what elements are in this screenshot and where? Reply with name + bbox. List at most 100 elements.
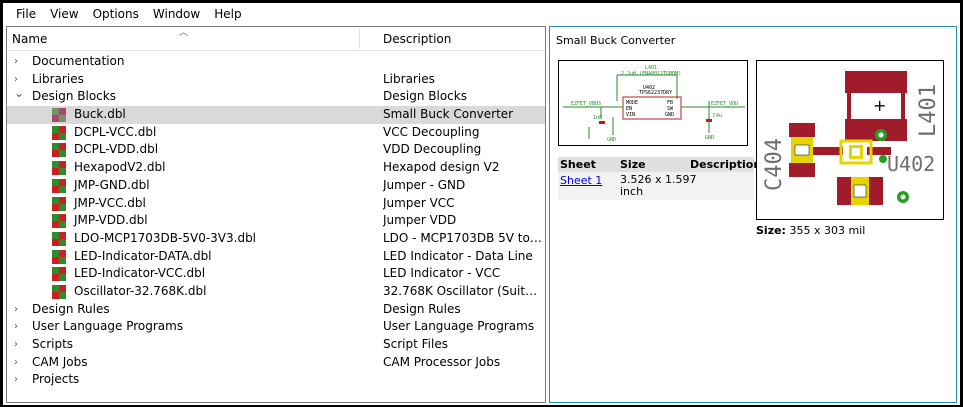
chevron-right-icon[interactable]: › xyxy=(14,318,24,336)
tree-folder-row[interactable]: › CAM Jobs CAM Processor Jobs xyxy=(7,354,545,372)
tree-file-row[interactable]: LED-Indicator-VCC.dbl LED Indicator - VCC xyxy=(7,265,545,283)
tree-file-row[interactable]: LED-Indicator-DATA.dbl LED Indicator - Da… xyxy=(7,248,545,266)
tree-item-description: Jumper - GND xyxy=(383,177,466,192)
schematic-preview: L401 2.2uH (FNA0012TGBDM) U402 TPS62237D… xyxy=(558,60,748,146)
board-label-c404: C404 xyxy=(762,138,787,191)
chevron-right-icon[interactable]: › xyxy=(14,53,24,71)
tree-item-label: CAM Jobs xyxy=(32,354,88,369)
tree-item-description: LED Indicator - VCC xyxy=(383,266,501,281)
tree-folder-row[interactable]: › Scripts Script Files xyxy=(7,336,545,354)
tree-folder-row[interactable]: › User Language Programs User Language Pro… xyxy=(7,318,545,336)
tree-item-label: User Language Programs xyxy=(32,319,184,334)
tree-item-label: LED-Indicator-VCC.dbl xyxy=(74,266,206,281)
sheet-header-description: Description xyxy=(690,158,762,171)
tree-item-description: Small Buck Converter xyxy=(383,107,514,122)
sheet-header-sheet: Sheet xyxy=(560,158,596,171)
design-block-file-icon xyxy=(52,284,66,299)
menu-view[interactable]: View xyxy=(43,3,85,25)
design-block-file-icon xyxy=(52,178,66,193)
chevron-right-icon[interactable]: › xyxy=(14,336,24,354)
tree-item-label: Projects xyxy=(32,372,80,387)
sheet-table-header: Sheet Size Description xyxy=(558,157,761,172)
chevron-down-icon[interactable]: ⌄ xyxy=(14,85,24,103)
design-block-file-icon xyxy=(52,125,66,140)
menu-options[interactable]: Options xyxy=(86,3,146,25)
column-header-name[interactable]: Name xyxy=(12,32,47,46)
tree-item-description: Script Files xyxy=(383,337,448,351)
tree-folder-row[interactable]: › Documentation xyxy=(7,53,545,71)
tree-item-description: Design Rules xyxy=(383,301,461,316)
menu-bar: File View Options Window Help xyxy=(3,3,960,25)
board-size-caption: Size: xyxy=(756,224,786,237)
tree-file-row[interactable]: JMP-GND.dbl Jumper - GND xyxy=(7,177,545,195)
tree-item-label: LED-Indicator-DATA.dbl xyxy=(74,248,212,263)
menu-window[interactable]: Window xyxy=(146,3,207,25)
tree-item-description: LDO - MCP1703DB 5V to 3V... xyxy=(383,230,543,245)
tree-item-label: Libraries xyxy=(32,71,84,86)
library-tree-panel: Name ︿ Description › Documentation › Librar… xyxy=(6,26,546,403)
board-drawing: + L401 C404 U402 xyxy=(762,71,941,205)
tree-item-label: HexapodV2.dbl xyxy=(74,160,166,175)
tree-folder-row[interactable]: › Design Rules Design Rules xyxy=(7,301,545,319)
board-center-mark: + xyxy=(873,96,886,115)
tree-file-row[interactable]: HexapodV2.dbl Hexapod design V2 xyxy=(7,159,545,177)
schematic-cap-left: 1nF xyxy=(593,115,602,121)
tree-item-label: Buck.dbl xyxy=(74,107,126,122)
sheet-table-row: Sheet 1 3.526 x 1.597 inch xyxy=(558,172,754,200)
schematic-net-in: EZFET_VBUS xyxy=(571,101,601,107)
chevron-right-icon[interactable]: › xyxy=(14,301,24,319)
tree-rows: › Documentation › Libraries Libraries ⌄ Design… xyxy=(7,53,545,389)
tree-file-row[interactable]: Oscillator-32.768K.dbl 32.768K Oscillator… xyxy=(7,283,545,301)
design-block-file-icon xyxy=(52,249,66,264)
design-block-file-icon xyxy=(52,214,66,229)
design-block-file-icon xyxy=(52,231,66,246)
tree-folder-row[interactable]: ⌄ Design Blocks Design Blocks xyxy=(7,85,545,106)
board-size-value: 355 x 303 mil xyxy=(789,224,866,237)
schematic-pin-gnd: GND xyxy=(665,112,674,118)
tree-item-label: Design Rules xyxy=(32,301,110,316)
preview-panel: Small Buck Converter L401 2.2uH (FNA0012… xyxy=(549,26,957,403)
menu-help[interactable]: Help xyxy=(207,3,248,25)
tree-item-label: JMP-VCC.dbl xyxy=(74,195,146,210)
board-label-u402: U402 xyxy=(887,152,935,176)
menu-file[interactable]: File xyxy=(9,3,43,25)
board-size-label: Size: 355 x 303 mil xyxy=(756,224,865,237)
tree-folder-row[interactable]: › Libraries Libraries xyxy=(7,71,545,89)
schematic-cap-right: C4u xyxy=(713,113,722,119)
tree-file-row[interactable]: LDO-MCP1703DB-5V0-3V3.dbl LDO - MCP1703DB… xyxy=(7,230,545,248)
sheet-header-size: Size xyxy=(620,158,646,171)
preview-title: Small Buck Converter xyxy=(556,34,676,47)
tree-item-label: LDO-MCP1703DB-5V0-3V3.dbl xyxy=(74,230,257,245)
column-divider[interactable] xyxy=(359,29,360,49)
chevron-right-icon[interactable]: › xyxy=(14,354,24,372)
tree-file-row[interactable]: DCPL-VCC.dbl VCC Decoupling xyxy=(7,124,545,142)
tree-item-label: JMP-GND.dbl xyxy=(74,177,150,192)
schematic-net-out: EZFET_VDD xyxy=(711,101,738,107)
design-block-file-icon xyxy=(52,267,66,282)
tree-item-label: Design Blocks xyxy=(32,89,116,104)
tree-item-description: Jumper VCC xyxy=(383,195,455,210)
tree-folder-row[interactable]: › Projects xyxy=(7,371,545,389)
tree-item-description: VDD Decoupling xyxy=(383,142,482,157)
chevron-right-icon[interactable]: › xyxy=(14,371,24,389)
tree-file-row[interactable]: JMP-VDD.dbl Jumper VDD xyxy=(7,212,545,230)
tree-item-label: Oscillator-32.768K.dbl xyxy=(74,283,207,298)
sheet-link[interactable]: Sheet 1 xyxy=(560,174,602,187)
tree-item-label: DCPL-VCC.dbl xyxy=(74,124,157,139)
tree-item-description: User Language Programs xyxy=(383,319,535,334)
schematic-gnd-2: GND xyxy=(705,135,714,141)
tree-item-description: Libraries xyxy=(383,71,435,86)
sort-ascending-icon: ︿ xyxy=(179,28,189,38)
column-header-description[interactable]: Description xyxy=(383,32,451,46)
tree-item-description: Design Blocks xyxy=(383,89,467,104)
tree-file-row[interactable]: JMP-VCC.dbl Jumper VCC xyxy=(7,195,545,213)
design-block-file-icon xyxy=(52,143,66,158)
tree-header: Name ︿ Description xyxy=(7,27,545,51)
tree-item-description: LED Indicator - Data Line xyxy=(383,248,533,263)
tree-item-description: CAM Processor Jobs xyxy=(383,354,501,369)
tree-file-row[interactable]: DCPL-VDD.dbl VDD Decoupling xyxy=(7,141,545,159)
tree-item-label: Scripts xyxy=(32,337,74,351)
schematic-drawing: L401 2.2uH (FNA0012TGBDM) U402 TPS62237D… xyxy=(563,65,745,143)
tree-file-row[interactable]: Buck.dbl Small Buck Converter xyxy=(7,106,545,124)
tree-item-description: Jumper VDD xyxy=(383,213,457,228)
